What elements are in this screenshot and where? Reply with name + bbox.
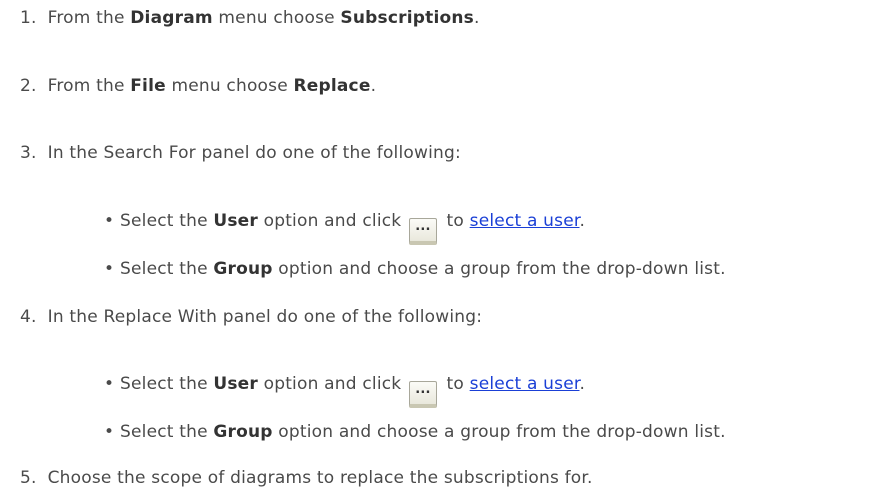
bullet-icon: • <box>104 422 115 442</box>
step-text: menu choose <box>212 8 341 28</box>
punctuation: . <box>579 211 586 231</box>
menu-item-name: Replace <box>293 76 371 96</box>
step-text: In the Search For panel do one of the fo… <box>47 143 461 163</box>
bullet-text: option and click <box>258 374 407 394</box>
menu-name: Diagram <box>130 8 213 28</box>
option-name: User <box>213 211 258 231</box>
step-4: 4. In the Replace With panel do one of t… <box>20 306 482 328</box>
menu-name: File <box>130 76 166 96</box>
bullet-text: Select the <box>120 422 214 442</box>
step-text: From the <box>47 8 131 28</box>
menu-item-name: Subscriptions <box>340 8 474 28</box>
step-text: Choose the scope of diagrams to replace … <box>47 468 593 488</box>
step-2: 2. From the File menu choose Replace. <box>20 75 376 97</box>
browse-button[interactable]: ... <box>408 218 437 245</box>
select-user-link[interactable]: select a user <box>470 211 580 231</box>
step-text: In the Replace With panel do one of the … <box>47 307 483 327</box>
step-3-bullet-group: • Select the Group option and choose a gr… <box>104 258 726 280</box>
step-number: 4. <box>20 307 37 327</box>
browse-button[interactable]: ... <box>408 381 437 408</box>
step-5: 5. Choose the scope of diagrams to repla… <box>20 467 593 489</box>
step-number: 3. <box>20 143 37 163</box>
option-name: Group <box>213 422 273 442</box>
bullet-text: Select the <box>120 259 214 279</box>
bullet-text: option and choose a group from the drop-… <box>272 259 726 279</box>
option-name: Group <box>213 259 273 279</box>
punctuation: . <box>473 8 480 28</box>
step-4-bullet-group: • Select the Group option and choose a gr… <box>104 421 726 443</box>
step-number: 1. <box>20 8 37 28</box>
bullet-text: to <box>440 374 470 394</box>
step-number: 5. <box>20 468 37 488</box>
step-3-bullet-user: • Select the User option and click ... to… <box>104 210 585 245</box>
bullet-text: option and click <box>258 211 407 231</box>
step-text: From the <box>47 76 131 96</box>
punctuation: . <box>579 374 586 394</box>
step-1: 1. From the Diagram menu choose Subscrip… <box>20 7 480 29</box>
option-name: User <box>213 374 258 394</box>
step-4-bullet-user: • Select the User option and click ... to… <box>104 373 585 408</box>
bullet-icon: • <box>104 211 115 231</box>
select-user-link[interactable]: select a user <box>470 374 580 394</box>
step-text: menu choose <box>165 76 294 96</box>
bullet-icon: • <box>104 259 115 279</box>
bullet-icon: • <box>104 374 115 394</box>
step-3: 3. In the Search For panel do one of the… <box>20 142 461 164</box>
bullet-text: Select the <box>120 374 214 394</box>
punctuation: . <box>370 76 377 96</box>
step-number: 2. <box>20 76 37 96</box>
bullet-text: to <box>440 211 470 231</box>
bullet-text: Select the <box>120 211 214 231</box>
bullet-text: option and choose a group from the drop-… <box>272 422 726 442</box>
